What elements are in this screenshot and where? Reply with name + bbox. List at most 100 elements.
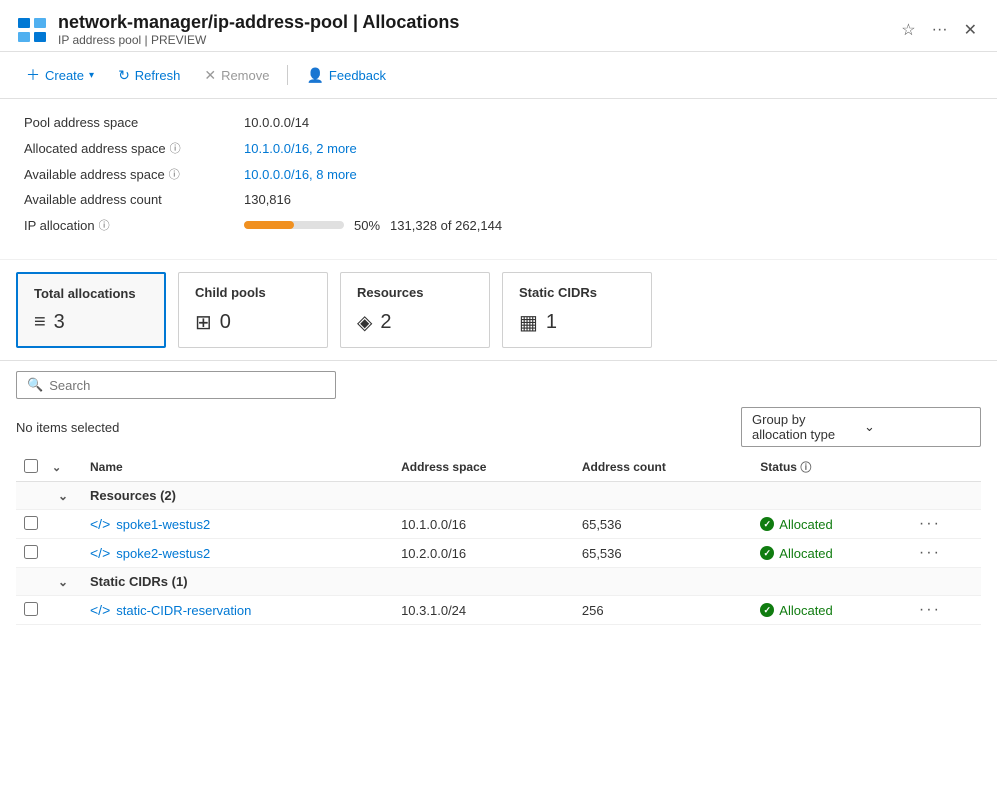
card-total-title: Total allocations (34, 286, 148, 301)
chevron-down-icon: ▾ (89, 70, 94, 81)
progress-detail: 131,328 of 262,144 (390, 218, 502, 233)
row-more-1-0[interactable]: ··· (909, 596, 981, 625)
create-button[interactable]: ＋ Create ▾ (16, 60, 104, 90)
resource-icon-0-0: </> (90, 516, 110, 532)
resource-icon-1-0: </> (90, 602, 110, 618)
card-child[interactable]: Child pools ⊞ 0 (178, 272, 328, 348)
row-name-0-1: </> spoke2-westus2 (80, 539, 391, 568)
allocated-address-space-row: Allocated address space ⓘ 10.1.0.0/16, 2… (24, 140, 973, 156)
actions-column-header (909, 453, 981, 482)
group-check-1 (16, 568, 48, 596)
ip-allocation-row: IP allocation ⓘ 50% 131,328 of 262,144 (24, 217, 973, 233)
feedback-button[interactable]: 👤 Feedback (296, 62, 396, 89)
app-icon (16, 14, 48, 46)
table-row: </> static-CIDR-reservation 10.3.1.0/24 … (16, 596, 981, 625)
table-header-row: ⌄ Name Address space Address count Statu… (16, 453, 981, 482)
card-resources-title: Resources (357, 285, 473, 300)
table-row: </> spoke1-westus2 10.1.0.0/16 65,536 Al… (16, 510, 981, 539)
no-items-label: No items selected (16, 420, 119, 435)
more-options-icon-0-0[interactable]: ··· (919, 515, 941, 532)
pool-address-space-label: Pool address space (24, 115, 244, 130)
close-button[interactable]: ✕ (960, 18, 981, 42)
more-options-icon-0-1[interactable]: ··· (919, 544, 941, 561)
toolbar-separator (287, 65, 288, 85)
card-resources[interactable]: Resources ◈ 2 (340, 272, 490, 348)
title-actions: ☆ ··· ✕ (897, 18, 981, 42)
row-check-0-0 (16, 510, 48, 539)
group-by-select[interactable]: Group by allocation type ⌄ (741, 407, 981, 447)
ip-allocation-label: IP allocation ⓘ (24, 217, 244, 233)
available-address-space-row: Available address space ⓘ 10.0.0.0/16, 8… (24, 166, 973, 182)
available-address-space-value[interactable]: 10.0.0.0/16, 8 more (244, 167, 357, 182)
plus-icon: ＋ (26, 65, 40, 85)
expand-all-header: ⌄ (48, 453, 80, 482)
refresh-icon: ↻ (118, 67, 130, 84)
row-more-0-1[interactable]: ··· (909, 539, 981, 568)
row-chevron-1-0 (48, 596, 80, 625)
list-section: 🔍 No items selected Group by allocation … (0, 361, 997, 635)
allocated-address-space-value[interactable]: 10.1.0.0/16, 2 more (244, 141, 357, 156)
select-all-checkbox[interactable] (24, 459, 38, 473)
group-row-0: ⌄ Resources (2) (16, 482, 981, 510)
status-icon-1-0 (760, 603, 774, 617)
group-label-0: Resources (2) (80, 482, 981, 510)
row-check-0-1 (16, 539, 48, 568)
more-options-icon-1-0[interactable]: ··· (919, 601, 941, 618)
progress-percent: 50% (354, 218, 380, 233)
available-space-info-icon[interactable]: ⓘ (169, 166, 180, 182)
progress-bar-fill (244, 221, 294, 229)
row-checkbox-0-1[interactable] (24, 545, 38, 559)
card-total[interactable]: Total allocations ≡ 3 (16, 272, 166, 348)
collapse-icon-0[interactable]: ⌄ (58, 489, 68, 503)
status-label-1-0: Allocated (779, 603, 832, 618)
search-input[interactable] (49, 378, 325, 393)
select-all-header (16, 453, 48, 482)
card-static-value: ▦ 1 (519, 310, 635, 335)
row-status-0-1: Allocated (750, 539, 909, 568)
status-icon-0-0 (760, 517, 774, 531)
row-more-0-0[interactable]: ··· (909, 510, 981, 539)
row-name-1-0: </> static-CIDR-reservation (80, 596, 391, 625)
chevron-down-icon: ⌄ (864, 419, 970, 435)
status-label-0-1: Allocated (779, 546, 832, 561)
available-address-count-row: Available address count 130,816 (24, 192, 973, 207)
name-column-header: Name (80, 453, 391, 482)
card-total-icon: ≡ (34, 311, 46, 334)
pool-address-space-row: Pool address space 10.0.0.0/14 (24, 115, 973, 130)
cards-section: Total allocations ≡ 3 Child pools ⊞ 0 Re… (0, 260, 997, 361)
ip-allocation-info-icon[interactable]: ⓘ (99, 217, 110, 233)
row-address-count-0-0: 65,536 (572, 510, 750, 539)
remove-button[interactable]: ✕ Remove (194, 62, 279, 89)
allocated-address-space-label: Allocated address space ⓘ (24, 140, 244, 156)
more-options-button[interactable]: ··· (928, 19, 952, 41)
favorite-button[interactable]: ☆ (897, 18, 919, 42)
group-chevron-0[interactable]: ⌄ (48, 482, 80, 510)
expand-all-icon[interactable]: ⌄ (52, 462, 61, 474)
row-link-0-0[interactable]: spoke1-westus2 (116, 517, 210, 532)
status-info-icon[interactable]: ⓘ (800, 462, 811, 474)
card-static-title: Static CIDRs (519, 285, 635, 300)
resource-icon-0-1: </> (90, 545, 110, 561)
group-chevron-1[interactable]: ⌄ (48, 568, 80, 596)
row-chevron-0-1 (48, 539, 80, 568)
search-box[interactable]: 🔍 (16, 371, 336, 399)
card-static[interactable]: Static CIDRs ▦ 1 (502, 272, 652, 348)
card-resources-value: ◈ 2 (357, 310, 473, 335)
card-child-icon: ⊞ (195, 310, 212, 335)
row-link-1-0[interactable]: static-CIDR-reservation (116, 603, 251, 618)
row-address-count-1-0: 256 (572, 596, 750, 625)
group-check-0 (16, 482, 48, 510)
info-panel: Pool address space 10.0.0.0/14 Allocated… (0, 99, 997, 260)
progress-row: 50% 131,328 of 262,144 (244, 218, 502, 233)
row-link-0-1[interactable]: spoke2-westus2 (116, 546, 210, 561)
row-checkbox-1-0[interactable] (24, 602, 38, 616)
refresh-button[interactable]: ↻ Refresh (108, 62, 190, 89)
available-address-count-label: Available address count (24, 192, 244, 207)
title-bar: network-manager/ip-address-pool | Alloca… (0, 0, 997, 52)
row-address-space-0-0: 10.1.0.0/16 (391, 510, 572, 539)
feedback-icon: 👤 (306, 67, 323, 84)
list-toolbar: 🔍 (16, 371, 981, 399)
allocated-info-icon[interactable]: ⓘ (170, 140, 181, 156)
row-checkbox-0-0[interactable] (24, 516, 38, 530)
collapse-icon-1[interactable]: ⌄ (58, 575, 68, 589)
